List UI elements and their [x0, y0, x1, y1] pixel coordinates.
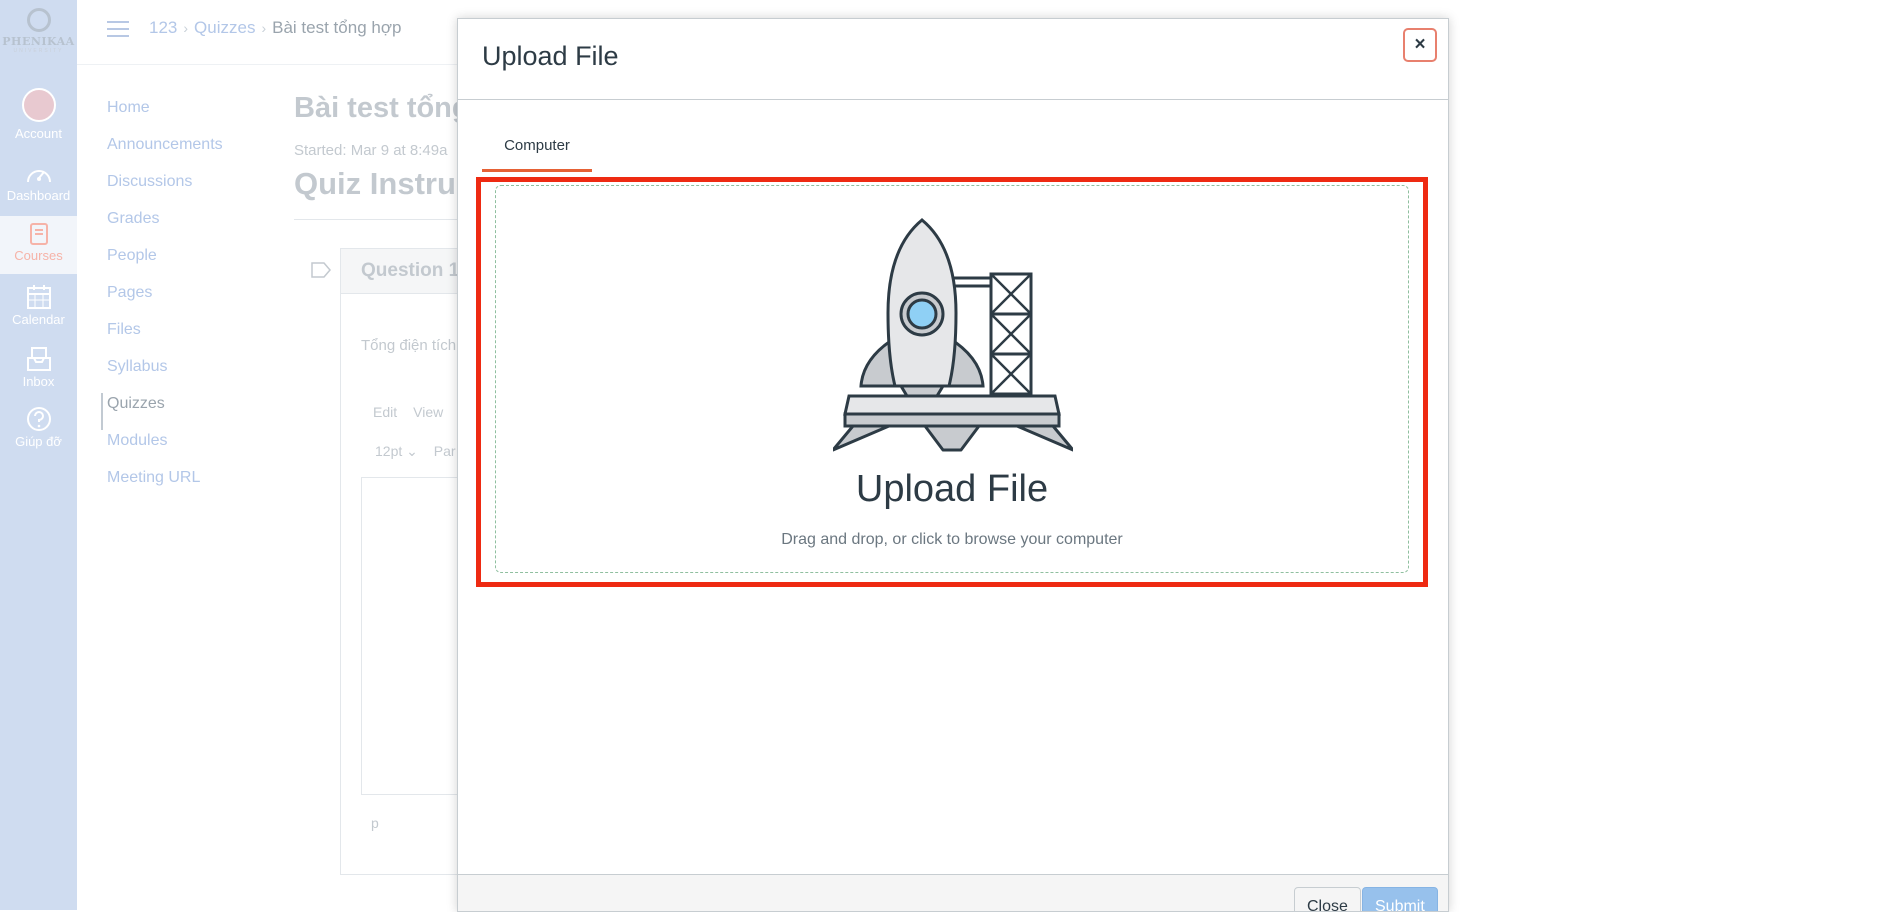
- breadcrumb-course[interactable]: 123: [149, 18, 177, 37]
- nav-calendar[interactable]: Calendar: [0, 284, 77, 327]
- nav-help-label: Giúp đỡ: [15, 434, 62, 449]
- course-nav-people[interactable]: People: [107, 245, 223, 282]
- help-icon: [26, 407, 51, 431]
- nav-account[interactable]: Account: [0, 88, 77, 141]
- editor-font-size-select[interactable]: 12pt ⌄ Par: [375, 443, 456, 460]
- course-nav-grades[interactable]: Grades: [107, 208, 223, 245]
- rocket-launch-icon: [833, 218, 1073, 452]
- file-dropzone[interactable]: Upload File Drag and drop, or click to b…: [495, 185, 1409, 573]
- inbox-icon: [26, 347, 51, 371]
- chevron-right-icon: ›: [261, 20, 267, 36]
- modal-footer: Close Submit: [458, 874, 1448, 911]
- chevron-right-icon: ›: [183, 20, 189, 36]
- logo-text: PHENIKAA: [2, 35, 75, 48]
- chevron-down-icon: ⌄: [406, 443, 422, 459]
- logo-subtext: UNIVERSITY: [13, 48, 64, 54]
- breadcrumb: 123 › Quizzes › Bài test tổng hợp: [149, 18, 401, 38]
- nav-inbox-label: Inbox: [22, 374, 55, 389]
- nav-courses[interactable]: Courses: [0, 216, 77, 274]
- dashboard-icon: [26, 170, 51, 183]
- flag-question-icon[interactable]: [310, 261, 332, 279]
- dropzone-instructions: Drag and drop, or click to browse your c…: [781, 531, 1123, 548]
- course-nav-files[interactable]: Files: [107, 319, 223, 356]
- modal-header: Upload File ×: [458, 19, 1448, 100]
- modal-close-icon[interactable]: ×: [1403, 28, 1437, 62]
- font-size-value: 12pt: [375, 443, 403, 459]
- quiz-instructions-heading: Quiz Instruct: [294, 166, 484, 201]
- quiz-started-time: Started: Mar 9 at 8:49a: [294, 142, 448, 159]
- editor-menubar: Edit View: [373, 404, 459, 420]
- course-nav-modules[interactable]: Modules: [107, 430, 223, 467]
- course-nav-discussions[interactable]: Discussions: [107, 171, 223, 208]
- editor-menu-view[interactable]: View: [413, 404, 443, 420]
- modal-title: Upload File: [482, 41, 619, 71]
- submit-button[interactable]: Submit: [1362, 887, 1438, 911]
- nav-inbox[interactable]: Inbox: [0, 346, 77, 389]
- course-nav-meeting-url[interactable]: Meeting URL: [107, 467, 223, 504]
- avatar: [21, 88, 56, 122]
- course-nav-announcements[interactable]: Announcements: [107, 134, 223, 171]
- nav-account-label: Account: [15, 126, 62, 141]
- paragraph-select[interactable]: Par: [434, 443, 456, 459]
- nav-dashboard-label: Dashboard: [6, 188, 71, 203]
- course-nav-quizzes[interactable]: Quizzes: [101, 393, 223, 430]
- course-nav-home[interactable]: Home: [107, 97, 223, 134]
- logo-mark: [26, 8, 51, 32]
- editor-menu-edit[interactable]: Edit: [373, 404, 397, 420]
- question-title: Question 1: [361, 260, 460, 281]
- calendar-icon: [26, 285, 51, 309]
- divider: [294, 219, 474, 220]
- upload-file-modal: Upload File × Computer Upload File Drag …: [457, 18, 1449, 912]
- close-button[interactable]: Close: [1294, 887, 1361, 911]
- quiz-title: Bài test tổng: [294, 92, 470, 124]
- course-navigation: Home Announcements Discussions Grades Pe…: [101, 97, 223, 504]
- breadcrumb-current: Bài test tổng hợp: [272, 18, 402, 37]
- question-text: Tổng điện tích: [361, 337, 457, 354]
- course-nav-syllabus[interactable]: Syllabus: [107, 356, 223, 393]
- course-nav-pages[interactable]: Pages: [107, 282, 223, 319]
- nav-courses-label: Courses: [14, 248, 63, 263]
- nav-dashboard[interactable]: Dashboard: [0, 164, 77, 203]
- nav-calendar-label: Calendar: [12, 312, 65, 327]
- courses-icon: [29, 223, 48, 245]
- nav-help[interactable]: Giúp đỡ: [0, 406, 77, 449]
- global-navigation: PHENIKAA UNIVERSITY Account Dashboard Co…: [0, 0, 77, 910]
- dropzone-title: Upload File: [855, 468, 1049, 510]
- university-logo[interactable]: PHENIKAA UNIVERSITY: [0, 8, 77, 58]
- tab-computer[interactable]: Computer: [482, 136, 592, 172]
- hamburger-menu-icon[interactable]: [107, 21, 129, 37]
- editor-path: p: [371, 815, 379, 831]
- breadcrumb-quizzes[interactable]: Quizzes: [194, 18, 255, 37]
